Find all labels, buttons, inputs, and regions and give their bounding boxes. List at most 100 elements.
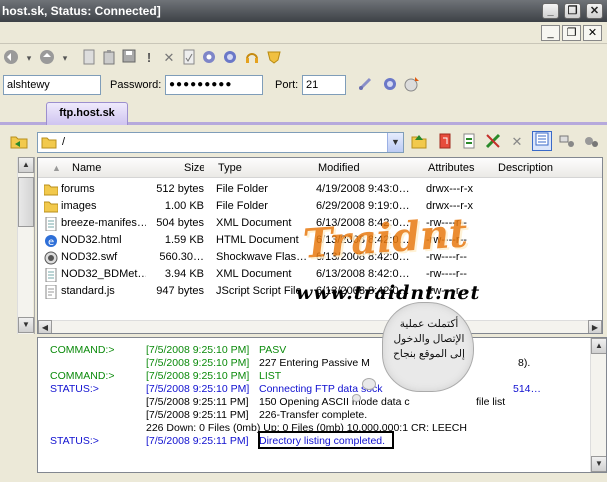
file-row[interactable]: forums 512 bytes File Folder 4/19/2008 9… (38, 181, 602, 198)
log-timestamp: [7/5/2008 9:25:10 PM] (146, 383, 250, 395)
column-modified[interactable]: Modified (318, 158, 418, 178)
refresh-icon[interactable] (436, 133, 454, 151)
exclamation-icon[interactable]: ! (140, 49, 158, 67)
connect-icon[interactable] (356, 76, 374, 94)
sort-indicator-icon: ▲ (52, 163, 61, 173)
log-message-tail: 514… (513, 383, 542, 395)
gear-icon[interactable] (200, 49, 218, 67)
file-modified: 6/29/2008 9:19:0… (316, 200, 410, 212)
password-label: Password: (110, 79, 162, 91)
file-name: breeze-manifes… (61, 217, 146, 229)
file-size: 1.59 KB (164, 234, 204, 246)
transfer-icon[interactable] (460, 133, 478, 151)
file-list-horizontal-scrollbar[interactable]: ◀ ▶ (38, 320, 602, 333)
file-type: HTML Document (216, 234, 299, 246)
column-size[interactable]: Size (184, 158, 204, 178)
file-type: XML Document (216, 217, 292, 229)
file-row[interactable]: images 1.00 KB File Folder 6/29/2008 9:1… (38, 198, 602, 215)
log-timestamp: [7/5/2008 9:25:10 PM] (146, 370, 250, 382)
file-size: 1.00 KB (164, 200, 204, 212)
log-line: COMMAND:> [7/5/2008 9:25:10 PM] PASV (38, 344, 598, 357)
path-combobox[interactable]: / ▼ (37, 132, 404, 153)
highlight-box (258, 431, 394, 449)
file-name: NOD32_BDMet… (61, 268, 146, 280)
save-icon[interactable] (120, 49, 138, 67)
local-pane: ▲ ▼ (0, 157, 35, 334)
delete-icon[interactable]: ✕ (160, 49, 178, 67)
file-row[interactable]: NOD32_BDMet… 3.94 KB XML Document 6/13/2… (38, 266, 602, 283)
file-modified: 6/13/2008 8:42:0… (316, 268, 410, 280)
file-type: File Folder (216, 183, 268, 195)
window-title: host.sk, Status: Connected] (2, 4, 161, 18)
forward-dropdown-icon[interactable]: ▾ (56, 49, 74, 67)
restore-button[interactable]: ❐ (564, 3, 581, 19)
shield-icon[interactable] (265, 49, 283, 67)
settings-icon[interactable] (221, 49, 239, 67)
local-scrollbar[interactable]: ▲ ▼ (17, 157, 34, 334)
log-pane: COMMAND:> [7/5/2008 9:25:10 PM] PASV [7/… (37, 337, 607, 473)
connection-tabs: ftp.host.sk (0, 99, 607, 125)
forward-icon[interactable] (38, 49, 56, 67)
scroll-up-arrow[interactable]: ▲ (591, 338, 606, 354)
port-field[interactable]: 21 (302, 75, 346, 95)
scroll-down-arrow[interactable]: ▼ (18, 317, 34, 333)
password-field[interactable]: ●●●●●●●●● (165, 75, 263, 95)
file-type: XML Document (216, 268, 292, 280)
bookmark-add-icon[interactable] (403, 76, 421, 94)
path-dropdown-button[interactable]: ▼ (387, 133, 403, 152)
column-description[interactable]: Description (498, 158, 578, 178)
scroll-up-arrow[interactable]: ▲ (18, 157, 34, 173)
log-timestamp: [7/5/2008 9:25:11 PM] (146, 409, 249, 421)
mdi-control-bar: _ ❐ ✕ (0, 22, 607, 44)
log-timestamp: [7/5/2008 9:25:11 PM] (146, 435, 249, 447)
username-field[interactable]: alshtewy (3, 75, 101, 95)
config-icon[interactable] (582, 133, 600, 151)
column-name[interactable]: Name (72, 158, 182, 178)
file-attributes: -rw----r-- (426, 268, 467, 280)
minimize-button[interactable]: _ (542, 3, 559, 19)
cancel-icon[interactable]: ✕ (508, 133, 526, 151)
window-title-bar: host.sk, Status: Connected] _ ❐ ✕ (0, 0, 607, 22)
file-type: Shockwave Flas… (216, 251, 308, 263)
child-restore-icon[interactable]: ❐ (562, 25, 581, 41)
tab-ftp-host[interactable]: ftp.host.sk (46, 102, 128, 125)
disconnect-icon[interactable] (381, 76, 399, 94)
scroll-thumb[interactable] (18, 177, 34, 227)
log-type: STATUS:> (50, 383, 99, 395)
properties-icon[interactable] (180, 49, 198, 67)
file-list-header: ▲ Name Size Type Modified Attributes Des… (38, 158, 602, 178)
clipboard-icon[interactable] (100, 49, 118, 67)
close-button[interactable]: ✕ (586, 3, 603, 19)
file-type: File Folder (216, 200, 268, 212)
upload-icon[interactable] (410, 133, 428, 151)
folder-up-icon[interactable] (10, 133, 28, 151)
column-attributes[interactable]: Attributes (428, 158, 498, 178)
file-modified: 4/19/2008 9:43:0… (316, 183, 410, 195)
log-message-tail: file list (476, 396, 506, 408)
log-line: COMMAND:> [7/5/2008 9:25:10 PM] LIST (38, 370, 598, 383)
back-dropdown-icon[interactable]: ▾ (20, 49, 38, 67)
child-close-button[interactable]: ✕ (583, 25, 602, 41)
log-message: 227 Entering Passive M (259, 357, 370, 369)
tools-icon[interactable] (484, 133, 502, 151)
network-icon[interactable] (558, 133, 576, 151)
scroll-left-arrow[interactable]: ◀ (38, 320, 52, 333)
log-type: STATUS:> (50, 435, 99, 447)
scroll-right-arrow[interactable]: ▶ (588, 320, 602, 333)
path-bar: / ▼ ✕ (0, 128, 607, 156)
page-icon[interactable] (80, 49, 98, 67)
back-icon[interactable] (2, 49, 20, 67)
log-message-tail: 8). (518, 357, 531, 369)
file-name: forums (61, 183, 95, 195)
headset-icon[interactable] (243, 49, 261, 67)
column-type[interactable]: Type (218, 158, 308, 178)
log-type: COMMAND:> (50, 370, 115, 382)
log-line: [7/5/2008 9:25:11 PM] 150 Opening ASCII … (38, 396, 598, 409)
port-label: Port: (275, 79, 299, 91)
child-minimize-button[interactable]: _ (541, 25, 560, 41)
annotation-text: أكتملت عملية الإتصال والدخول إلى الموقع … (393, 318, 465, 360)
log-scrollbar[interactable]: ▲ ▼ (590, 338, 606, 472)
folder-icon (41, 136, 57, 156)
view-details-icon[interactable] (532, 131, 552, 151)
scroll-down-arrow[interactable]: ▼ (591, 456, 606, 472)
